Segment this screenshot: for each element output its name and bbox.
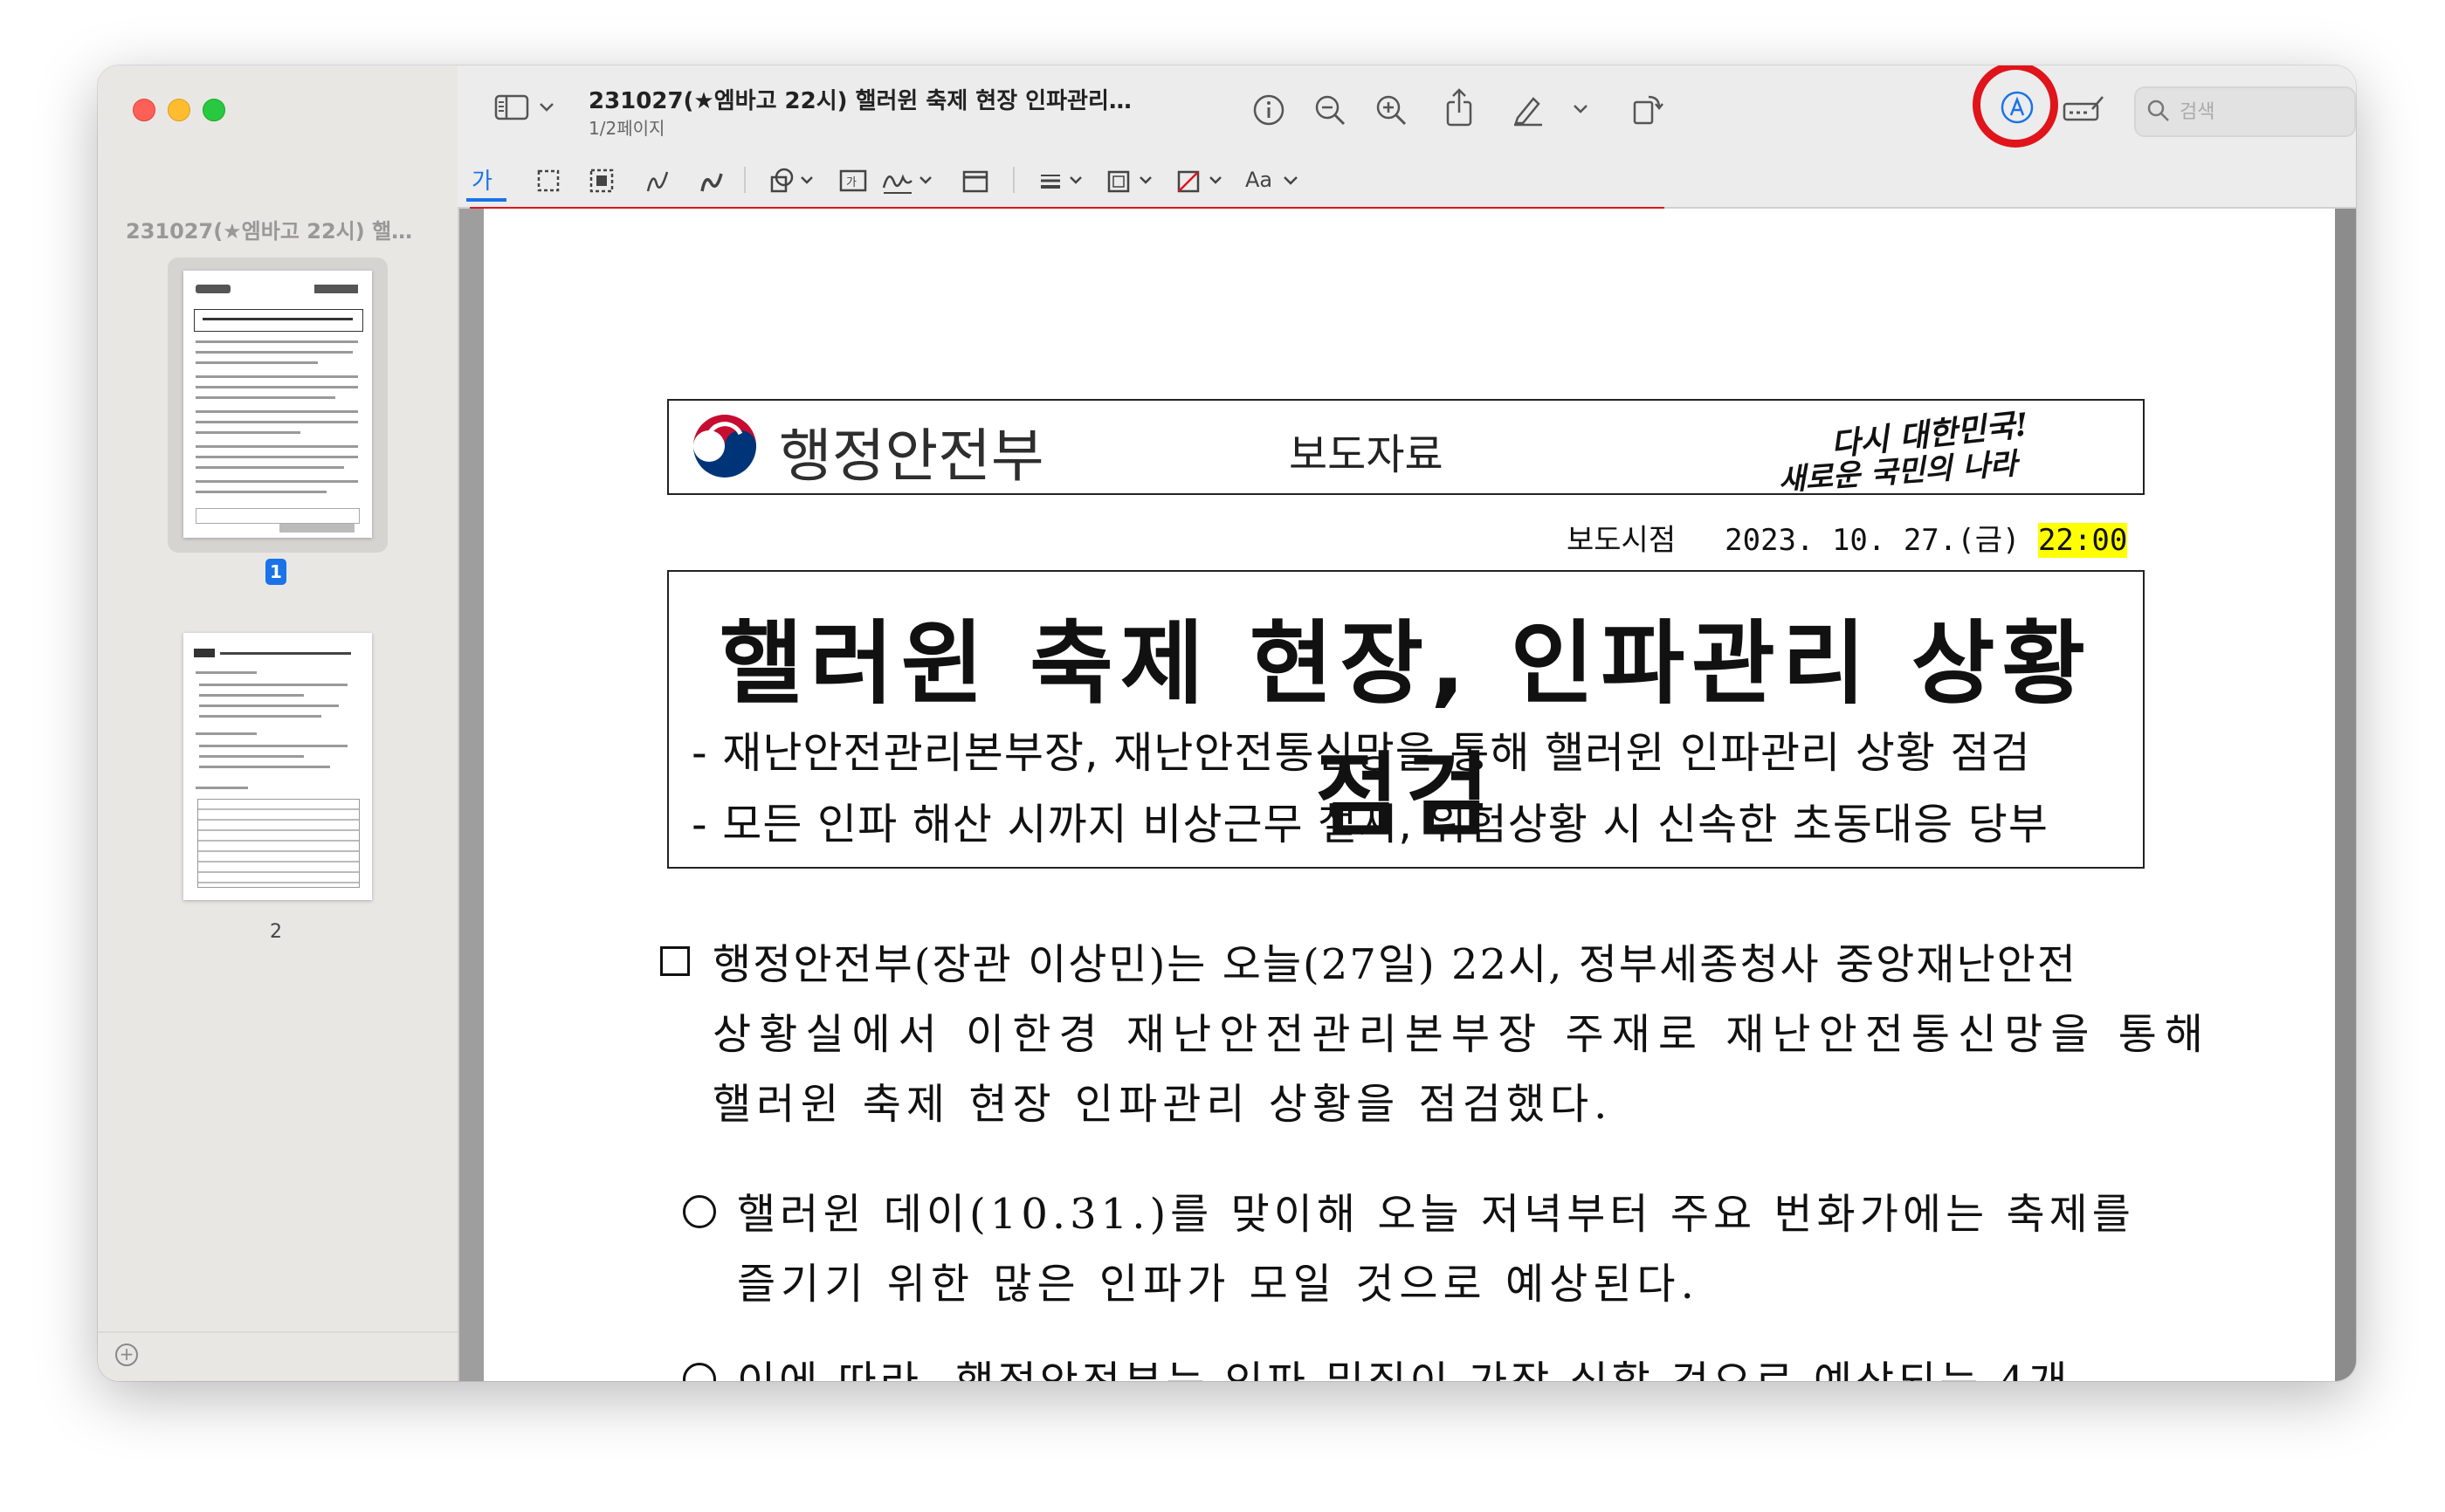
chevron-down-icon[interactable]: [538, 100, 555, 114]
sketch-icon[interactable]: [644, 165, 671, 196]
add-page-icon[interactable]: +: [115, 1344, 138, 1366]
shapes-icon[interactable]: [768, 165, 817, 196]
paragraph-2-line-2: 즐기기 위한 많은 인파가 모일 것으로 예상된다.: [737, 1260, 1699, 1309]
release-time-highlight: 22:00: [2037, 523, 2128, 558]
headline-box: 핼러윈 축제 현장, 인파관리 상황 점검 - 재난안전관리본부장, 재난안전통…: [667, 570, 2145, 869]
line-style-icon[interactable]: [1037, 165, 1088, 196]
zoom-window-button[interactable]: [203, 99, 225, 121]
paragraph-2-line-1: 핼러윈 데이(10.31.)를 맞이해 오늘 저녁부터 주요 번화가에는 축제를: [737, 1190, 2135, 1239]
release-time-line: 보도시점 2023. 10. 27.(금) 22:00: [1567, 516, 2128, 559]
share-icon[interactable]: [1443, 88, 1476, 127]
font-style-label: Aa: [1245, 168, 1273, 192]
search-input[interactable]: [2178, 93, 2347, 130]
page-thumbnail-2[interactable]: [183, 633, 372, 900]
page-indicator: 1/2페이지: [589, 118, 665, 139]
svg-text:가: 가: [846, 176, 857, 189]
rotate-icon[interactable]: [1629, 92, 1664, 127]
preview-window: 231027(★엠바고 22시) 핼… 1 2 + 231027(★엠바고 22…: [98, 65, 2356, 1381]
annotation-red-circle: [1973, 65, 2058, 148]
government-emblem-icon: [690, 411, 760, 481]
active-tool-indicator: [466, 198, 506, 202]
instant-alpha-icon[interactable]: [589, 165, 615, 196]
markup-toolbar: 가 가 Aa: [458, 155, 2356, 209]
vertical-scrollbar[interactable]: [2335, 209, 2356, 1381]
sidebar-toggle-icon[interactable]: [494, 93, 529, 121]
checkbox-bullet-icon: [660, 946, 690, 976]
subheadline-1: - 재난안전관리본부장, 재난안전통신망을 통해 핼러윈 인파관리 상황 점검: [692, 728, 2031, 778]
document-title: 231027(★엠바고 22시) 핼러윈 축제 현장 인파관리…: [589, 88, 1132, 114]
note-icon[interactable]: [961, 165, 990, 196]
release-date: 2023. 10. 27.(금): [1725, 523, 2021, 558]
paragraph-1-line-2: 상황실에서 이한경 재난안전관리본부장 주재로 재난안전통신망을 통해: [713, 1010, 2212, 1059]
main-toolbar: 231027(★엠바고 22시) 핼러윈 축제 현장 인파관리… 1/2페이지: [458, 65, 2356, 155]
sidebar-document-title: 231027(★엠바고 22시) 핼…: [126, 219, 413, 244]
close-window-button[interactable]: [133, 99, 155, 121]
press-header-box: 행정안전부 보도자료 다시 대한민국! 새로운 국민의 나라: [667, 399, 2145, 498]
slogan-line-2: 새로운 국민의 나라: [1777, 446, 2019, 498]
border-color-icon[interactable]: [1105, 165, 1158, 196]
info-icon[interactable]: [1252, 93, 1285, 127]
document-viewport[interactable]: 행정안전부 보도자료 다시 대한민국! 새로운 국민의 나라 보도시점 2023.…: [459, 209, 2356, 1381]
form-fill-icon[interactable]: [2063, 95, 2104, 123]
page-thumbnail-1[interactable]: [183, 271, 372, 538]
subheadline-2: - 모든 인파 해산 시까지 비상근무 철저, 위험상황 시 신속한 초동대응 …: [692, 800, 2049, 849]
toolbar-divider: [744, 167, 746, 193]
paragraph-1-line-1: 행정안전부(장관 이상민)는 오늘(27일) 22시, 정부세종청사 중앙재난안…: [713, 940, 2077, 989]
zoom-out-icon[interactable]: [1313, 93, 1346, 127]
thumbnail-sidebar: 231027(★엠바고 22시) 핼… 1 2 +: [98, 65, 459, 1381]
release-label: 보도시점: [1567, 523, 1677, 558]
paragraph-1-line-3: 핼러윈 축제 현장 인파관리 상황을 점검했다.: [713, 1080, 1613, 1129]
text-selection-tool[interactable]: 가: [472, 163, 492, 196]
pdf-page-1: 행정안전부 보도자료 다시 대한민국! 새로운 국민의 나라 보도시점 2023.…: [484, 209, 2347, 1381]
highlight-pen-icon[interactable]: [1511, 92, 1546, 127]
minimize-window-button[interactable]: [168, 99, 190, 121]
toolbar-divider: [1013, 167, 1015, 193]
paragraph-3-line-1: 이에 따라, 행정안전부는 인파 밀집이 가장 심할 것으로 예상되는 4개: [737, 1347, 2070, 1381]
text-box-icon[interactable]: 가: [838, 165, 868, 196]
highlight-options-chevron-icon[interactable]: [1572, 102, 1589, 116]
circle-bullet-icon: [683, 1363, 716, 1381]
fill-color-icon[interactable]: [1175, 165, 1228, 196]
search-icon: [2146, 99, 2171, 123]
sidebar-divider: [98, 1331, 458, 1333]
zoom-in-icon[interactable]: [1374, 93, 1408, 127]
document-type: 보도자료: [1289, 430, 1443, 479]
ministry-logo-text: 행정안전부: [779, 423, 1044, 490]
draw-icon[interactable]: [699, 165, 725, 196]
signature-icon[interactable]: [880, 165, 936, 196]
search-field[interactable]: [2134, 86, 2356, 137]
rect-selection-icon[interactable]: [536, 165, 561, 196]
circle-bullet-icon: [683, 1195, 716, 1228]
page-number-badge-1: 1: [265, 559, 286, 585]
page-number-label-2: 2: [270, 921, 282, 943]
font-style-button[interactable]: Aa: [1245, 165, 1301, 196]
slogan-calligraphy: 다시 대한민국! 새로운 국민의 나라: [1777, 406, 2092, 498]
